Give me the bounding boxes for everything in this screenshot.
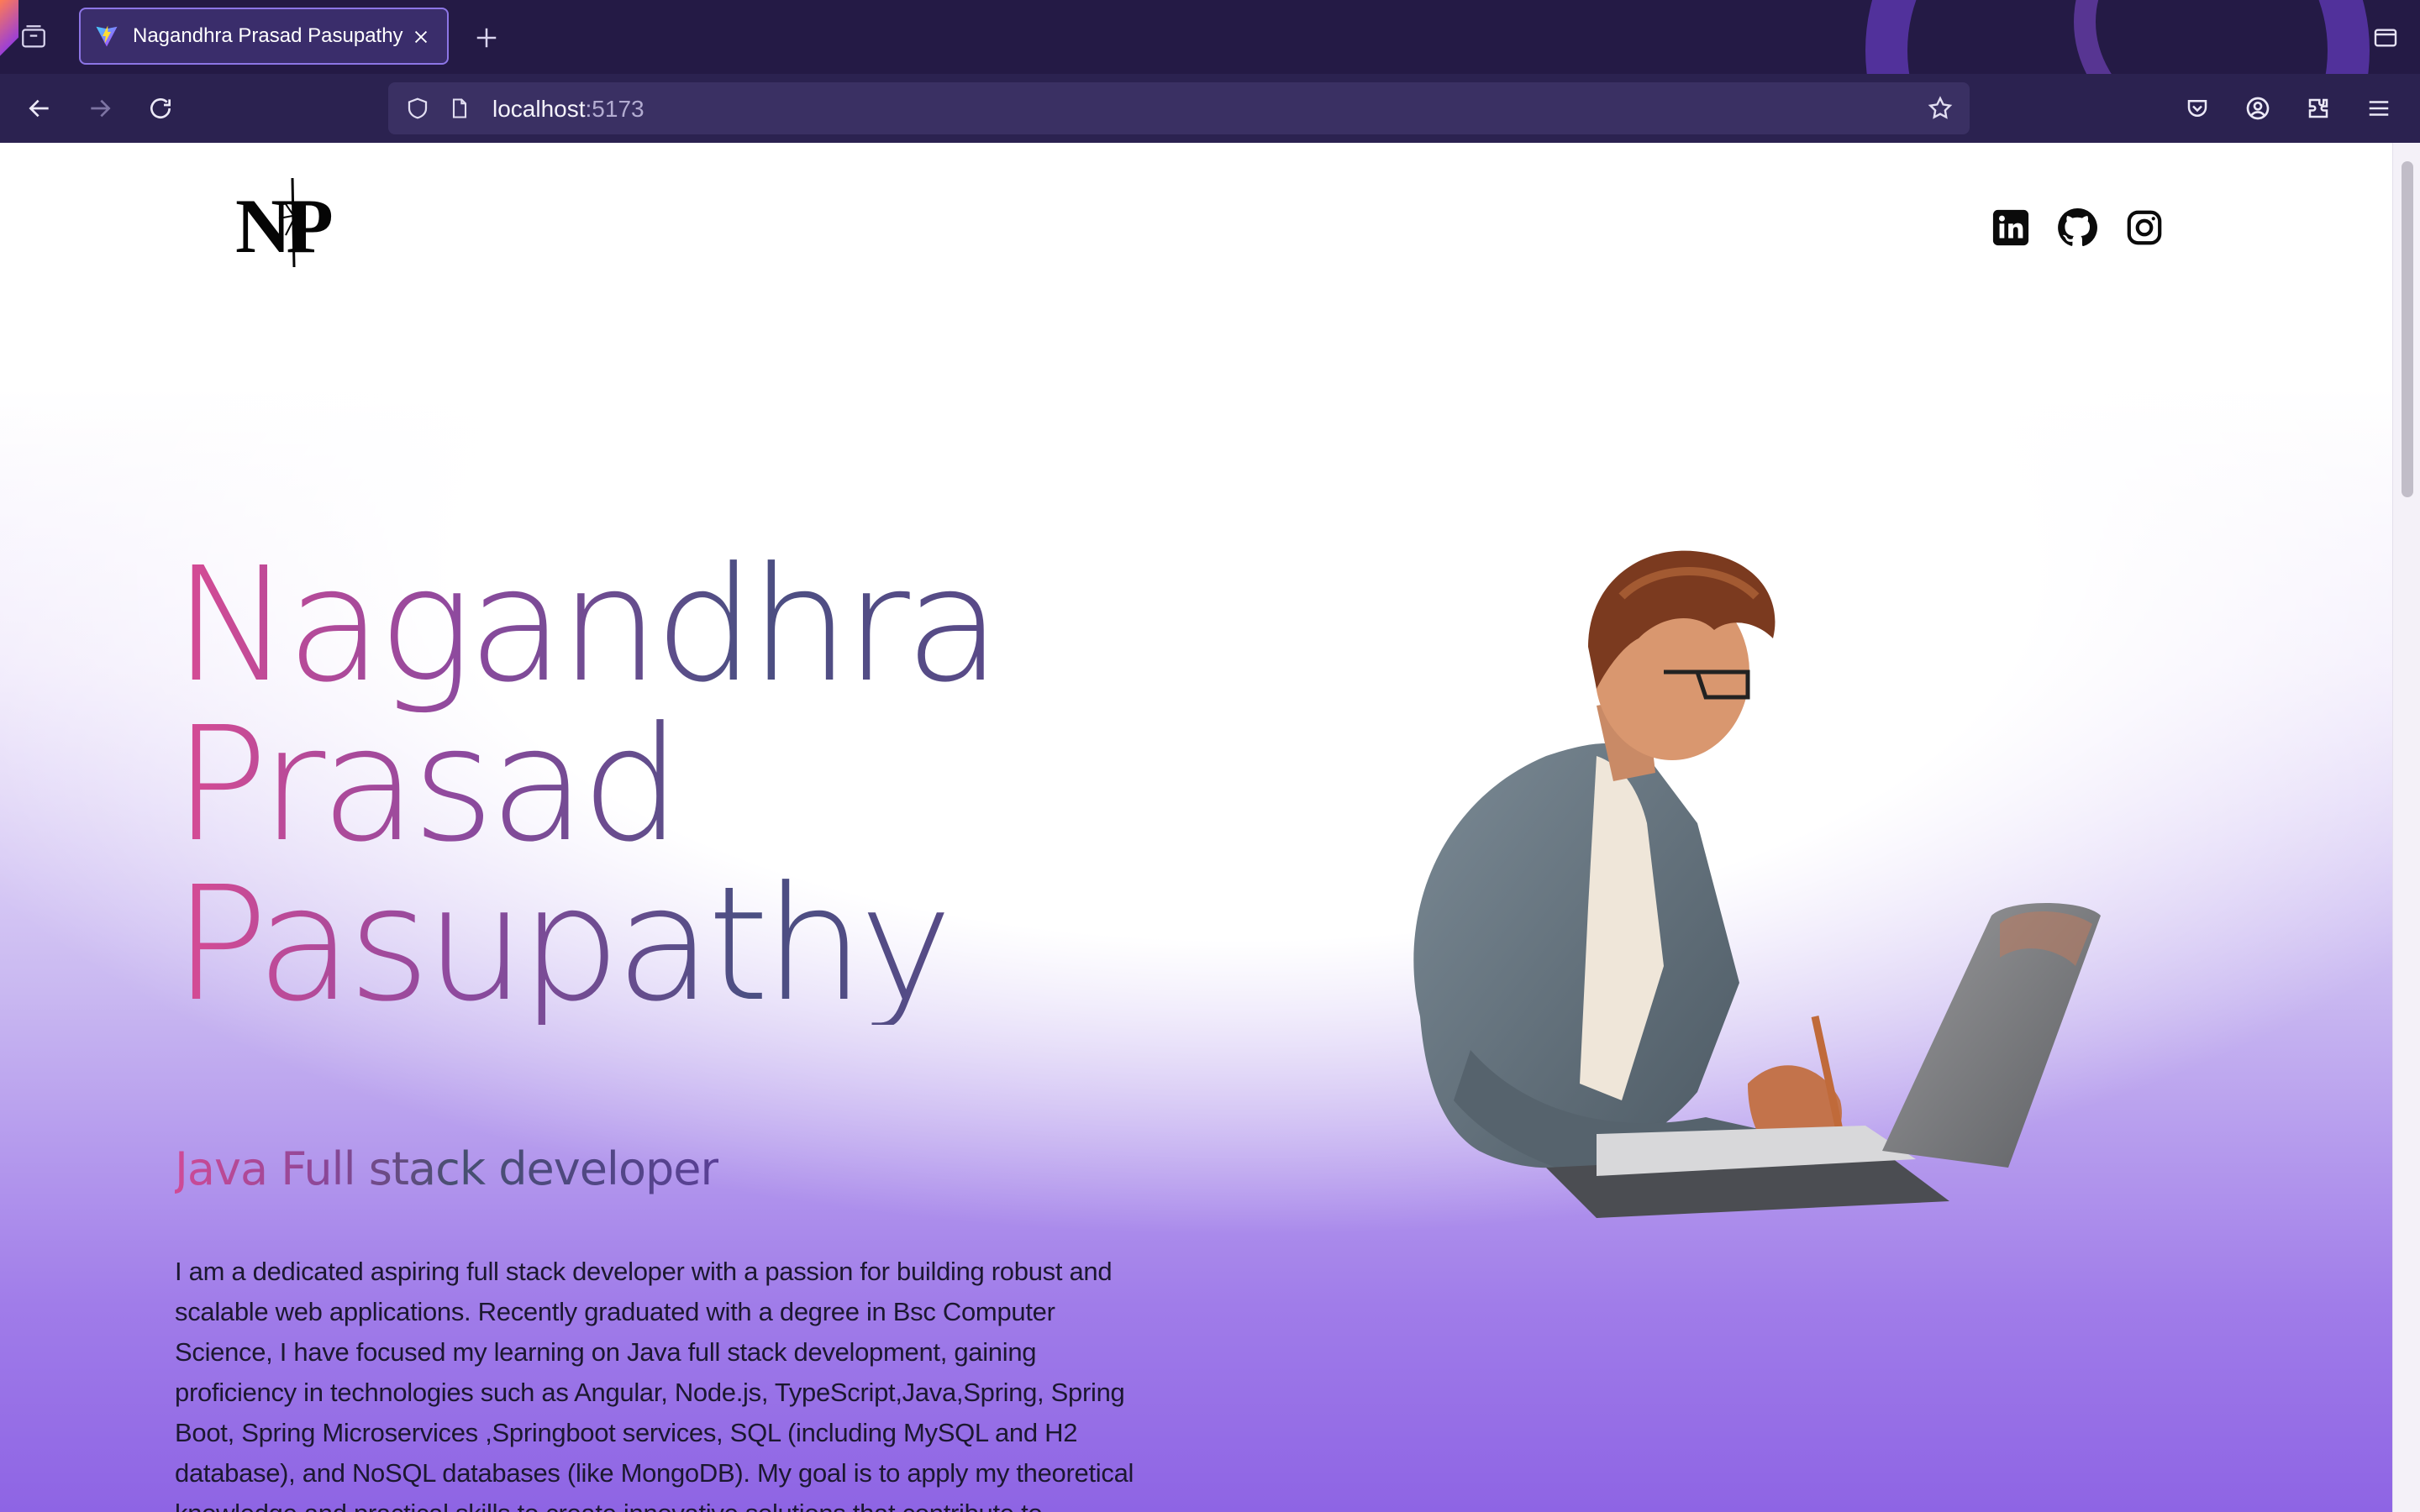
list-all-tabs-icon[interactable]	[17, 20, 50, 54]
site-logo[interactable]: NP	[235, 176, 361, 269]
role-title: Java Full stack developer	[175, 1142, 719, 1195]
tracking-protection-shield-icon[interactable]	[403, 94, 432, 123]
browser-tab-bar: Nagandhra Prasad Pasupathy	[0, 0, 2420, 74]
menu-icon[interactable]	[2360, 89, 2398, 128]
scrollbar-thumb[interactable]	[2402, 161, 2413, 497]
reload-icon[interactable]	[141, 89, 180, 128]
linkedin-icon[interactable]	[1990, 207, 2032, 249]
logo-brush-mark	[278, 177, 307, 268]
developer-illustration	[1413, 550, 2101, 1218]
hero-name-line-1: Nagandhra	[173, 533, 997, 717]
url-port: :5173	[585, 96, 644, 122]
account-icon[interactable]	[2238, 89, 2277, 128]
instagram-icon[interactable]	[2123, 207, 2165, 249]
url-text[interactable]: localhost:5173	[492, 96, 644, 123]
bookmark-star-icon[interactable]	[1926, 94, 1954, 123]
close-tab-icon[interactable]	[408, 24, 434, 50]
pocket-icon[interactable]	[2178, 89, 2217, 128]
active-tab[interactable]: Nagandhra Prasad Pasupathy	[79, 8, 449, 65]
back-icon[interactable]	[20, 89, 59, 128]
address-bar[interactable]: localhost:5173	[388, 82, 1970, 134]
hero-name: Nagandhra Prasad Pasupathy	[173, 546, 997, 1025]
window-icon[interactable]	[2368, 20, 2403, 55]
tab-title: Nagandhra Prasad Pasupathy	[133, 24, 403, 47]
vite-favicon-icon	[92, 22, 121, 50]
browser-nav-bar: localhost:5173	[0, 74, 2420, 143]
forward-icon[interactable]	[81, 89, 119, 128]
github-icon[interactable]	[2056, 207, 2098, 249]
page-viewport: NP Nagandhra Prasad Pasupathy Java Full …	[0, 143, 2420, 1512]
new-tab-icon[interactable]	[469, 20, 504, 55]
page-info-icon[interactable]	[445, 94, 474, 123]
page-scrollbar[interactable]	[2392, 143, 2420, 1512]
bio-paragraph: I am a dedicated aspiring full stack dev…	[175, 1257, 1134, 1512]
tabbar-accent	[0, 0, 18, 74]
hero-name-line-3: Pasupathy	[173, 853, 948, 1037]
hero-name-line-2: Prasad	[173, 693, 677, 877]
extensions-icon[interactable]	[2299, 89, 2338, 128]
url-host: localhost	[492, 96, 586, 122]
